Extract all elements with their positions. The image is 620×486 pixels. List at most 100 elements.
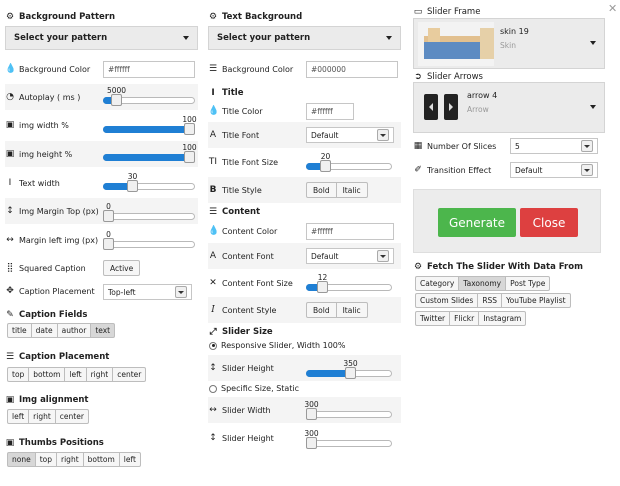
caption-field-date-button[interactable]: date — [30, 323, 58, 338]
background-pattern-select[interactable]: Select your pattern — [5, 26, 198, 50]
content-font-select[interactable]: Default — [306, 248, 394, 264]
slider-handle[interactable] — [317, 281, 328, 293]
close-button[interactable]: Close — [520, 208, 578, 237]
slider-size-heading: ⤢ Slider Size — [209, 327, 273, 337]
slider-handle[interactable] — [184, 151, 195, 163]
margin-left-img-slider[interactable]: 0 — [103, 230, 195, 250]
text-background-select[interactable]: Select your pattern — [208, 26, 401, 50]
img-height-slider[interactable]: 100 — [103, 143, 197, 163]
text-bg-color-input[interactable]: #000000 — [306, 61, 398, 78]
autoplay-slider[interactable]: 5000 — [103, 86, 195, 106]
slider-handle[interactable] — [306, 408, 317, 420]
image-icon: ▣ — [5, 120, 15, 130]
gear-icon: ⚙ — [208, 12, 218, 22]
thumbs-right-button[interactable]: right — [56, 452, 84, 467]
frame-icon: ▭ — [413, 7, 423, 17]
content-font-size-slider[interactable]: 12 — [306, 273, 392, 293]
text-size-icon: TI — [208, 157, 218, 167]
number-of-slices-select[interactable]: 5 — [510, 138, 598, 154]
source-post-type-button[interactable]: Post Type — [505, 276, 551, 291]
source-flickr-button[interactable]: Flickr — [449, 311, 480, 326]
radio-button[interactable] — [209, 341, 217, 350]
generate-button[interactable]: Generate — [438, 208, 516, 237]
action-bar: Generate Close — [413, 189, 601, 253]
caption-field-title-button[interactable]: title — [7, 323, 32, 338]
img-alignment-heading: ▣ Img alignment — [5, 395, 89, 405]
horizontal-arrows-icon: ↔ — [209, 405, 217, 415]
thumbs-bottom-button[interactable]: bottom — [82, 452, 120, 467]
slider-handle[interactable] — [184, 123, 195, 135]
slider-handle[interactable] — [103, 210, 114, 222]
img-align-right-button[interactable]: right — [28, 409, 56, 424]
specific-size-radio[interactable]: Specific Size, Static — [209, 384, 299, 393]
title-bold-button[interactable]: Bold — [306, 182, 337, 198]
transition-effect-row: ✐ Transition Effect — [414, 165, 492, 175]
gear-icon: ⚙ — [5, 12, 15, 22]
img-margin-top-slider[interactable]: 0 — [103, 202, 195, 222]
slider-width-slider[interactable]: 300 — [304, 400, 392, 420]
radio-button[interactable] — [209, 384, 217, 393]
chevron-down-icon — [581, 140, 593, 152]
slider-handle[interactable] — [345, 367, 356, 379]
caption-field-text-button[interactable]: text — [90, 323, 116, 338]
content-italic-button[interactable]: Italic — [335, 302, 368, 318]
close-icon[interactable]: ✕ — [608, 2, 617, 15]
slider-height-slider-1[interactable]: 350 — [306, 359, 392, 379]
title-style-group: Bold Italic — [306, 182, 368, 198]
text-size-icon: Ⅰ — [211, 88, 215, 98]
caption-placement-select[interactable]: Top-left — [103, 284, 192, 300]
thumbs-none-button[interactable]: none — [7, 452, 36, 467]
image-icon: ▣ — [5, 438, 15, 448]
caption-placement-top-button[interactable]: top — [7, 367, 30, 382]
caption-fields-group: title date author text — [7, 323, 116, 338]
caption-placement-right-button[interactable]: right — [85, 367, 114, 382]
gear-icon: ⚙ — [413, 262, 423, 272]
img-width-slider[interactable]: 100 — [103, 115, 197, 135]
text-width-slider[interactable]: 30 — [103, 172, 195, 192]
slider-handle[interactable] — [306, 437, 317, 449]
slider-handle[interactable] — [103, 238, 114, 250]
caption-placement-left-button[interactable]: left — [64, 367, 87, 382]
vertical-arrows-icon: ↕ — [209, 363, 217, 373]
caption-placement-group: top bottom left right center — [7, 367, 147, 382]
thumbs-top-button[interactable]: top — [34, 452, 58, 467]
img-align-center-button[interactable]: center — [54, 409, 89, 424]
responsive-radio[interactable]: Responsive Slider, Width 100% — [209, 341, 345, 350]
slider-handle[interactable] — [111, 94, 122, 106]
slider-arrows-picker[interactable]: arrow 4 Arrow — [413, 82, 605, 133]
text-width-icon: Ⅰ — [8, 178, 12, 188]
background-color-input[interactable]: #ffffff — [103, 61, 195, 78]
text-background-heading: ⚙ Text Background — [208, 12, 303, 22]
content-heading: ☰ Content — [208, 207, 261, 217]
slider-frame-picker[interactable]: skin 19 Skin — [413, 18, 605, 69]
source-instagram-button[interactable]: Instagram — [478, 311, 527, 326]
img-align-left-button[interactable]: left — [7, 409, 30, 424]
caption-field-author-button[interactable]: author — [56, 323, 92, 338]
source-taxonomy-button[interactable]: Taxonomy — [458, 276, 507, 291]
content-bold-button[interactable]: Bold — [306, 302, 337, 318]
caption-placement-center-button[interactable]: center — [112, 367, 147, 382]
content-color-input[interactable]: #ffffff — [306, 223, 394, 240]
title-color-input[interactable]: #ffffff — [306, 103, 354, 120]
transition-effect-select[interactable]: Default — [510, 162, 598, 178]
slider-handle[interactable] — [127, 180, 138, 192]
title-font-size-slider[interactable]: 20 — [306, 152, 392, 172]
slider-handle[interactable] — [320, 160, 331, 172]
squared-caption-active-button[interactable]: Active — [103, 260, 141, 276]
thumbs-left-button[interactable]: left — [118, 452, 141, 467]
move-icon: ✥ — [6, 286, 14, 296]
chevron-down-icon — [590, 105, 596, 109]
slider-height-slider-2[interactable]: 300 — [304, 429, 392, 449]
title-italic-button[interactable]: Italic — [335, 182, 368, 198]
title-heading: Ⅰ Title — [208, 88, 243, 98]
source-custom-slides-button[interactable]: Custom Slides — [415, 293, 479, 308]
caption-placement-bottom-button[interactable]: bottom — [28, 367, 66, 382]
fetch-row-3: Twitter Flickr Instagram — [415, 311, 527, 326]
source-rss-button[interactable]: RSS — [477, 293, 503, 308]
source-youtube-playlist-button[interactable]: YouTube Playlist — [501, 293, 571, 308]
background-pattern-heading: ⚙ Background Pattern — [5, 12, 116, 22]
source-category-button[interactable]: Category — [415, 276, 460, 291]
thumbs-positions-heading: ▣ Thumbs Positions — [5, 438, 104, 448]
source-twitter-button[interactable]: Twitter — [415, 311, 451, 326]
title-font-select[interactable]: Default — [306, 127, 394, 143]
